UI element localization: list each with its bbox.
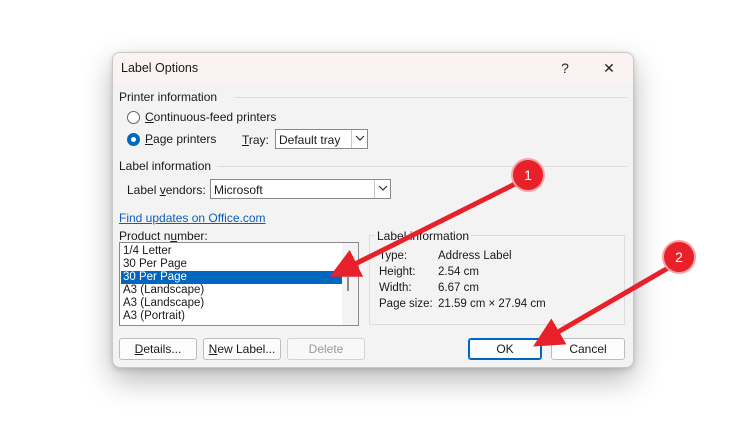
label-info-divider xyxy=(217,166,627,167)
page-size-key: Page size: xyxy=(379,298,433,310)
label-vendors-select[interactable]: Microsoft xyxy=(210,179,391,199)
new-label-button[interactable]: New Label... xyxy=(203,338,281,360)
page-size-value: 21.59 cm × 27.94 cm xyxy=(438,298,546,310)
height-key: Height: xyxy=(379,266,416,278)
tray-select-value: Default tray xyxy=(279,133,341,147)
page-printers-label[interactable]: Page printers xyxy=(145,132,216,146)
tray-select[interactable]: Default tray xyxy=(275,129,368,149)
list-item[interactable]: 30 Per Page xyxy=(121,258,345,271)
height-value: 2.54 cm xyxy=(438,266,479,278)
label-options-dialog: Label Options ? ✕ Printer information Co… xyxy=(112,52,634,368)
continuous-feed-radio[interactable] xyxy=(127,111,140,124)
close-button[interactable]: ✕ xyxy=(589,53,629,83)
tray-dropdown-chevron-icon[interactable] xyxy=(351,130,367,148)
page-printers-radio[interactable] xyxy=(127,133,140,146)
help-button[interactable]: ? xyxy=(545,53,585,83)
delete-button[interactable]: Delete xyxy=(287,338,365,360)
printer-info-heading: Printer information xyxy=(119,90,218,104)
width-value: 6.67 cm xyxy=(438,282,479,294)
dialog-title: Label Options xyxy=(121,61,199,75)
label-information-box xyxy=(369,235,625,325)
width-key: Width: xyxy=(379,282,412,294)
product-number-list[interactable]: 1/4 Letter 30 Per Page 30 Per Page A3 (L… xyxy=(119,242,359,326)
label-vendors-value: Microsoft xyxy=(214,183,263,197)
step-badge-1: 1 xyxy=(513,160,543,190)
label-information-heading: Label information xyxy=(375,229,472,243)
ok-button[interactable]: OK xyxy=(468,338,542,360)
list-item-selected[interactable]: 30 Per Page xyxy=(121,271,345,284)
type-value: Address Label xyxy=(438,250,512,262)
vendors-dropdown-chevron-icon[interactable] xyxy=(374,180,390,198)
label-info-heading: Label information xyxy=(119,159,212,173)
list-item[interactable]: A3 (Portrait) xyxy=(121,310,345,323)
continuous-feed-label[interactable]: Continuous-feed printers xyxy=(145,110,276,124)
type-key: Type: xyxy=(379,250,408,262)
step-badge-2: 2 xyxy=(664,242,694,272)
details-button[interactable]: Details... xyxy=(119,338,197,360)
list-scrollbar[interactable] xyxy=(342,243,358,325)
tray-label: Tray: xyxy=(242,133,269,147)
product-number-label: Product number: xyxy=(119,229,208,243)
find-updates-link[interactable]: Find updates on Office.com xyxy=(119,211,266,225)
list-item[interactable]: A3 (Landscape) xyxy=(121,284,345,297)
list-item[interactable]: 1/4 Letter xyxy=(121,245,345,258)
cancel-button[interactable]: Cancel xyxy=(551,338,625,360)
label-vendors-label: Label vendors: xyxy=(127,183,206,197)
title-bar: Label Options ? ✕ xyxy=(113,53,633,83)
printer-info-divider xyxy=(235,97,627,98)
scrollbar-thumb[interactable] xyxy=(347,277,349,291)
list-item[interactable]: A3 (Landscape) xyxy=(121,297,345,310)
